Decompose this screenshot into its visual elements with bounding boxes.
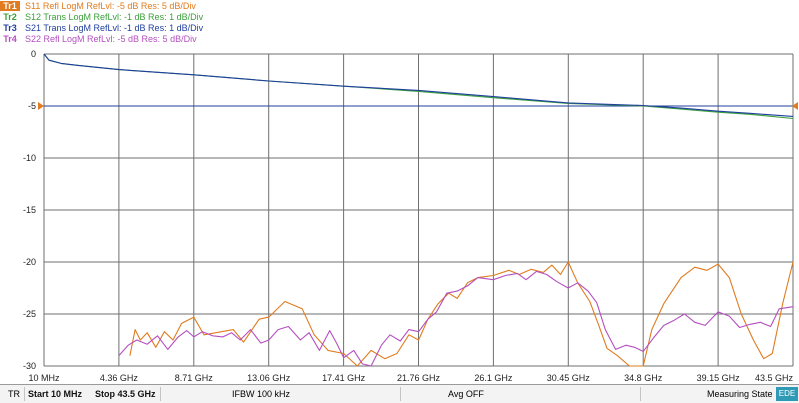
average-setting[interactable]: Avg OFF — [448, 385, 484, 403]
x-tick-label: 8.71 GHz — [175, 373, 214, 383]
x-tick-label: 34.8 GHz — [624, 373, 663, 383]
x-tick-label: 10 MHz — [28, 373, 60, 383]
trace-s22 — [118, 270, 794, 367]
x-tick-label: 43.5 GHz — [755, 373, 794, 383]
x-tick-label: 13.06 GHz — [247, 373, 291, 383]
x-tick-label: 39.15 GHz — [697, 373, 741, 383]
status-trace-label: TR — [8, 389, 20, 399]
x-tick-label: 26.1 GHz — [474, 373, 513, 383]
y-tick-label: -15 — [23, 205, 36, 215]
status-bar: TR Start 10 MHz Stop 43.5 GHz IFBW 100 k… — [0, 384, 799, 403]
y-tick-label: -25 — [23, 309, 36, 319]
ref-marker-left[interactable] — [38, 102, 44, 110]
start-frequency[interactable]: Start 10 MHz — [28, 385, 82, 403]
x-tick-label: 17.41 GHz — [322, 373, 366, 383]
trace-diagram[interactable]: 0 -5 -10 -15 -20 -25 -30 10 MHz 4.36 GHz 8.71 GH… — [0, 0, 799, 384]
y-tick-label: -10 — [23, 153, 36, 163]
y-tick-label: -5 — [28, 101, 36, 111]
grid — [43, 53, 794, 367]
y-axis-ticks: 0 -5 -10 -15 -20 -25 -30 — [23, 49, 36, 371]
ede-badge[interactable]: EDE — [776, 387, 798, 401]
x-tick-label: 30.45 GHz — [547, 373, 591, 383]
y-tick-label: 0 — [31, 49, 36, 59]
x-tick-label: 21.76 GHz — [397, 373, 441, 383]
x-axis-ticks: 10 MHz 4.36 GHz 8.71 GHz 13.06 GHz 17.41 GHz… — [28, 373, 793, 383]
y-tick-label: -20 — [23, 257, 36, 267]
y-tick-label: -30 — [23, 361, 36, 371]
ifbw-setting[interactable]: IFBW 100 kHz — [232, 385, 290, 403]
measuring-state: Measuring State — [707, 389, 773, 399]
x-tick-label: 4.36 GHz — [100, 373, 139, 383]
stop-frequency[interactable]: Stop 43.5 GHz — [95, 385, 156, 403]
